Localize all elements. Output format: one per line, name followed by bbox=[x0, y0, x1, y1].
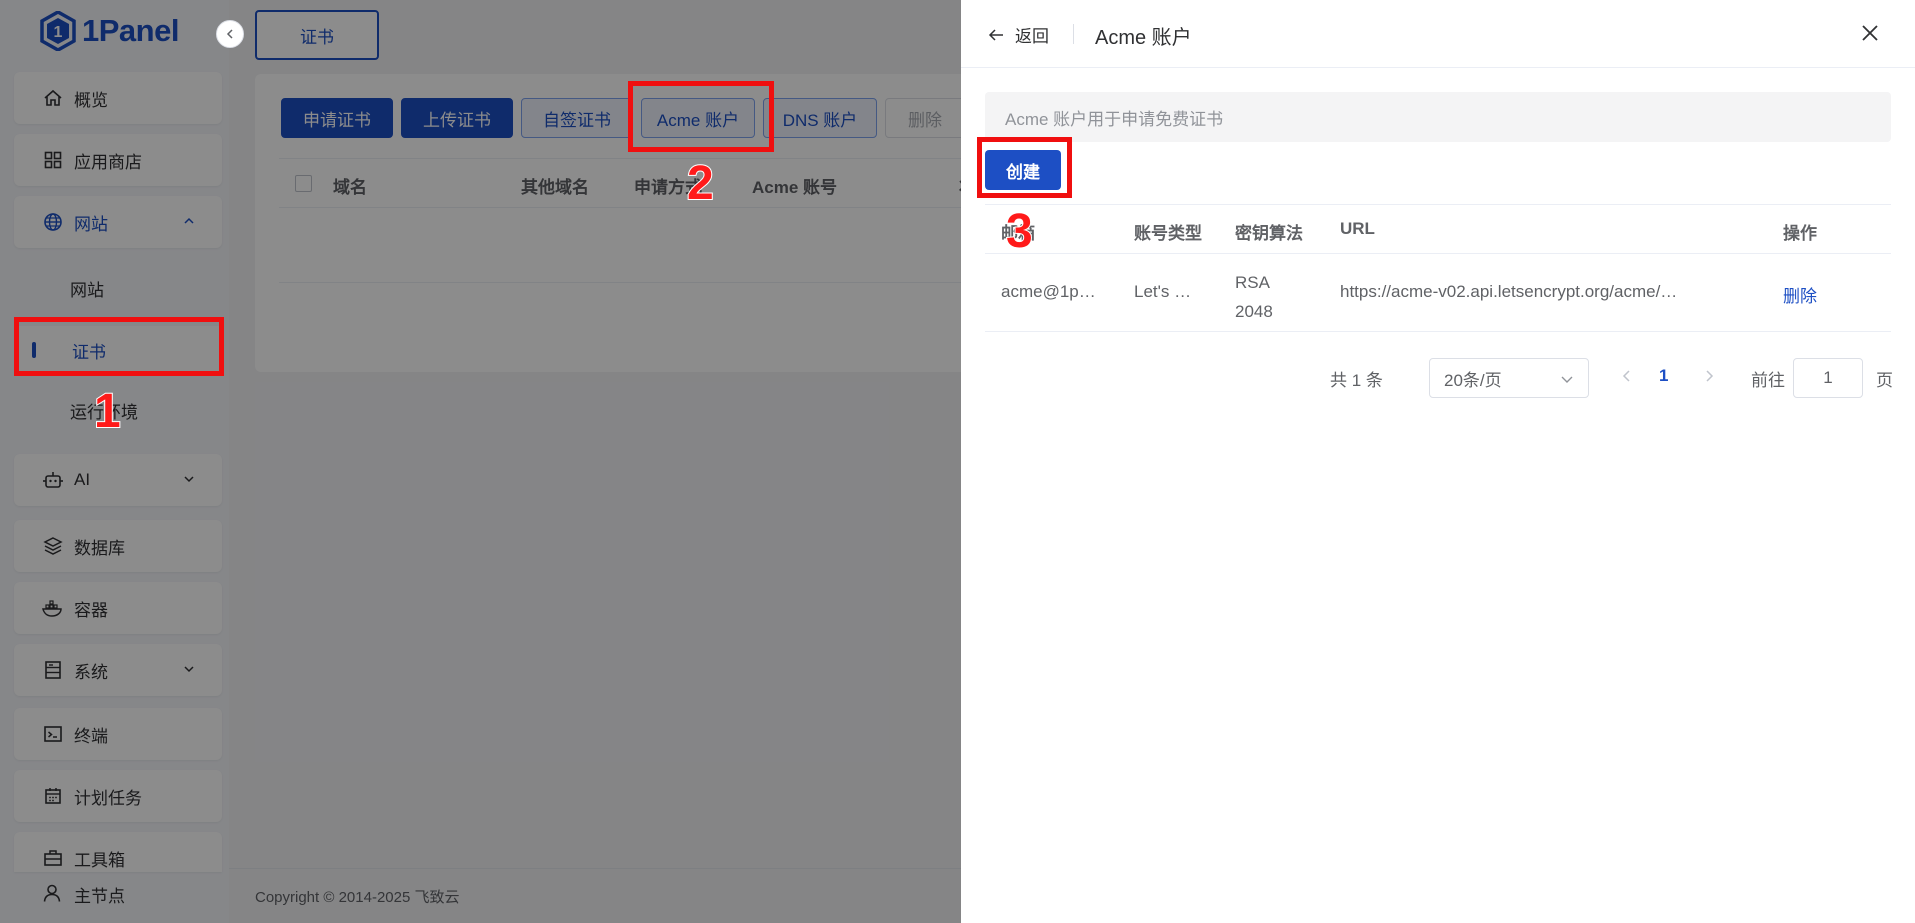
page-size-value: 20条/页 bbox=[1444, 370, 1502, 390]
key-algorithm-cell: RSA 2048 bbox=[1235, 268, 1273, 326]
column-header: 账号类型 bbox=[1134, 224, 1202, 243]
key-algorithm-size: 2048 bbox=[1235, 302, 1273, 321]
url-cell: https://acme-v02.api.letsencrypt.org/acm… bbox=[1340, 282, 1678, 301]
back-label: 返回 bbox=[1015, 27, 1049, 46]
key-algorithm-name: RSA bbox=[1235, 273, 1270, 292]
drawer-title: Acme 账户 bbox=[1095, 27, 1192, 49]
delete-account-link[interactable]: 删除 bbox=[1783, 282, 1817, 307]
step-number-1: 1 bbox=[93, 384, 122, 439]
header-divider bbox=[1073, 24, 1074, 44]
account-type-cell: Let's … bbox=[1134, 282, 1192, 301]
drawer-header: 返回 Acme 账户 bbox=[961, 0, 1915, 68]
chevron-left-icon bbox=[226, 29, 233, 39]
goto-page-input[interactable] bbox=[1793, 358, 1863, 398]
back-button[interactable]: 返回 bbox=[987, 22, 1049, 47]
column-header: URL bbox=[1340, 219, 1375, 238]
highlight-box-2 bbox=[628, 81, 774, 152]
highlight-box-1 bbox=[14, 317, 224, 376]
column-header: 操作 bbox=[1783, 224, 1817, 243]
prev-page-icon[interactable] bbox=[1620, 369, 1634, 383]
next-page-icon[interactable] bbox=[1702, 369, 1716, 383]
goto-label: 前往 bbox=[1751, 371, 1785, 390]
info-alert: Acme 账户用于申请免费证书 bbox=[985, 92, 1891, 142]
email-cell: acme@1p… bbox=[1001, 282, 1096, 301]
table-row: acme@1p… Let's … RSA 2048 https://acme-v… bbox=[985, 254, 1891, 332]
page-size-select[interactable]: 20条/页 bbox=[1429, 358, 1589, 398]
acme-table-header: 邮箱 账号类型 密钥算法 URL 操作 bbox=[985, 204, 1891, 254]
chevron-down-icon bbox=[1561, 376, 1573, 383]
page-suffix: 页 bbox=[1876, 371, 1893, 390]
pagination-total: 共 1 条 bbox=[1330, 371, 1383, 390]
arrow-left-icon bbox=[988, 28, 1003, 41]
step-number-3: 3 bbox=[1005, 204, 1034, 259]
current-page[interactable]: 1 bbox=[1659, 366, 1668, 386]
highlight-box-3 bbox=[977, 137, 1072, 198]
close-icon[interactable] bbox=[1859, 22, 1881, 44]
step-number-2: 2 bbox=[686, 156, 715, 211]
acme-account-drawer: 返回 Acme 账户 Acme 账户用于申请免费证书 创建 邮箱 账号类型 密钥… bbox=[961, 0, 1915, 923]
collapse-sidebar-button[interactable] bbox=[216, 20, 244, 48]
column-header: 密钥算法 bbox=[1235, 224, 1303, 243]
